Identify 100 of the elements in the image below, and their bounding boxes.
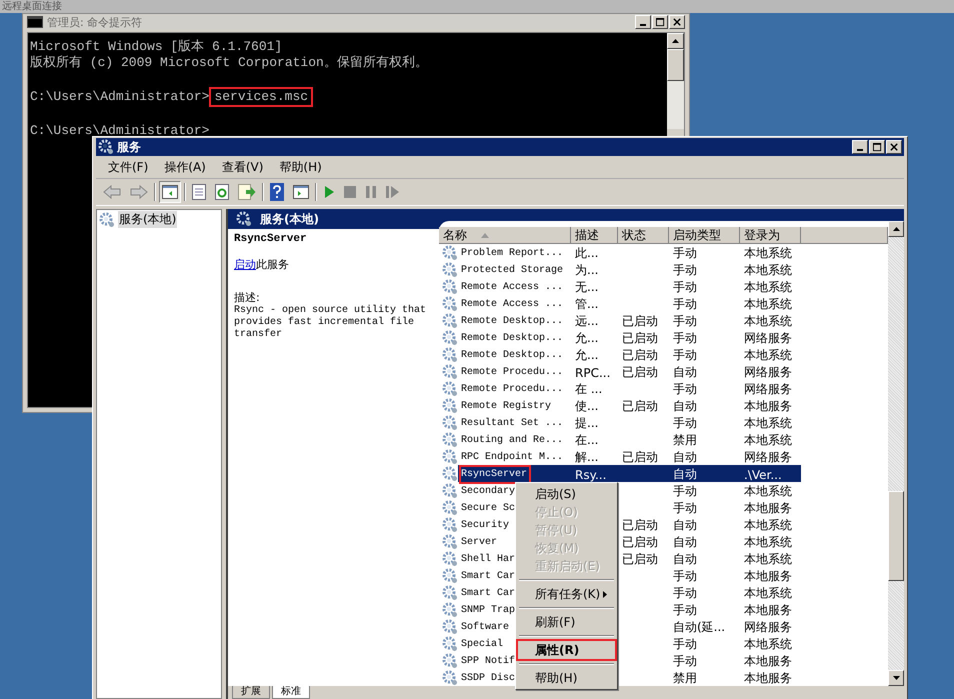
pane-title: 服务(本地) [260,210,319,228]
table-cell: 已启动 [622,330,658,347]
service-name-cell-text: Remote Desktop... [460,348,564,363]
service-name-cell-text: RPC Endpoint M... [460,450,564,465]
table-cell: 已启动 [622,449,658,466]
context-menu-item[interactable]: 所有任务(K) [518,585,615,603]
table-cell: 网络服务 [744,364,792,381]
table-cell: 手动 [673,500,697,517]
table-cell: 已启动 [622,347,658,364]
minimize-button[interactable] [852,140,868,154]
context-menu-item[interactable]: 刷新(F) [518,613,615,631]
table-cell: Rsy... [575,468,606,482]
menu-item[interactable]: 查看(V) [214,158,272,176]
context-menu-item[interactable]: 帮助(H) [518,669,615,687]
table-cell: 此... [575,245,598,262]
table-cell: 本地系统 [744,534,792,551]
table-cell: 本地系统 [744,347,792,364]
gear-icon [442,636,458,652]
table-cell: 已启动 [622,398,658,415]
scrollbar[interactable] [667,33,684,129]
gear-icon [442,534,458,550]
gear-icon [442,550,458,566]
tree-toggle-button[interactable] [159,181,181,203]
close-icon [890,142,898,152]
maximize-button[interactable] [869,140,885,154]
table-cell: 已启动 [622,551,658,568]
gear-icon [442,380,458,396]
menu-item[interactable]: 帮助(H) [271,158,330,176]
column-header[interactable]: 描述 [571,227,618,244]
table-cell: 网络服务 [744,619,792,636]
minimize-icon [857,149,863,151]
column-header[interactable]: 状态 [618,227,669,244]
tree-item[interactable]: 服务(本地) [118,211,178,228]
table-cell: 手动 [673,296,697,313]
table-cell: 本地系统 [744,585,792,602]
table-cell: 手动 [673,653,697,670]
close-button[interactable] [886,140,902,154]
gear-icon [442,262,458,278]
service-name-cell-text: Server [460,536,498,550]
back-arrow-icon [103,185,121,199]
gear-icon [442,398,458,414]
service-name-cell-text: Secondary [460,484,516,499]
description-label: 描述: [234,290,261,305]
table-cell: 手动 [673,262,697,279]
table-cell: 自动 [673,517,697,534]
table-cell: 本地系统 [744,415,792,432]
scrollbar-thumb[interactable] [888,491,904,581]
table-cell: 本地系统 [744,432,792,449]
table-cell: 在 ... [575,381,602,398]
properties-button[interactable] [189,181,209,203]
service-name-cell-text: SSDP Disc [460,672,516,686]
refresh-button[interactable] [212,181,232,203]
start-link[interactable]: 启动 [234,258,256,271]
maximize-button[interactable] [652,15,668,29]
service-name-cell-text: Remote Access ... [460,298,564,312]
resume-icon [386,186,400,198]
table-cell: 禁用 [673,432,697,449]
maximize-icon [656,18,664,26]
console-prompt: C:\Users\Administrator> [30,123,210,138]
gear-icon [442,618,458,634]
column-header[interactable]: 启动类型 [669,227,740,244]
pause-icon [365,186,377,198]
table-cell: 本地系统 [744,313,792,330]
minimize-button[interactable] [635,15,651,29]
service-name-cell-text: Routing and Re... [460,434,564,448]
service-name-cell-text: Remote Procedu... [460,382,564,397]
gear-icon [442,568,458,584]
table-cell: 为... [575,262,598,279]
window-title: 管理员: 命令提示符 [47,14,144,30]
gear-icon [442,652,458,668]
close-button[interactable] [669,15,685,29]
context-menu-item[interactable]: 启动(S) [518,485,615,503]
menu-item[interactable]: 文件(F) [100,158,156,176]
menu-item[interactable]: 操作(A) [156,158,214,176]
gear-icon [442,448,458,464]
table-cell: 已启动 [622,313,658,330]
table-cell: 本地系统 [744,483,792,500]
column-header[interactable]: 名称 [439,227,571,244]
scrollbar[interactable] [888,221,904,686]
table-cell: 手动 [673,279,697,296]
table-cell: 网络服务 [744,449,792,466]
view-tab[interactable]: 标准 [272,686,310,699]
service-name-cell-text: Remote Desktop... [460,332,564,346]
table-cell: 本地服务 [744,568,792,585]
service-name-cell-text: Shell Har [460,552,516,567]
service-name-cell-text: Remote Procedu... [460,366,564,380]
up-arrow-icon [672,39,679,43]
selected-row[interactable]: RsyncServer Rsy... 自动 .\Ver... [458,465,801,482]
help-button[interactable] [267,181,287,203]
gear-icon [442,432,458,448]
column-header[interactable]: 登录为 [740,227,801,244]
sort-arrow-icon [481,232,489,238]
context-menu-item[interactable]: 属性(R) [518,641,615,659]
table-cell: 手动 [673,483,697,500]
service-name: RsyncServer [234,233,308,245]
window-pane-icon [293,185,309,199]
table-cell: 本地系统 [744,551,792,568]
service-name-cell-text: SNMP Trap [460,604,516,618]
table-cell: 使... [575,398,598,415]
gear-icon [442,602,458,618]
